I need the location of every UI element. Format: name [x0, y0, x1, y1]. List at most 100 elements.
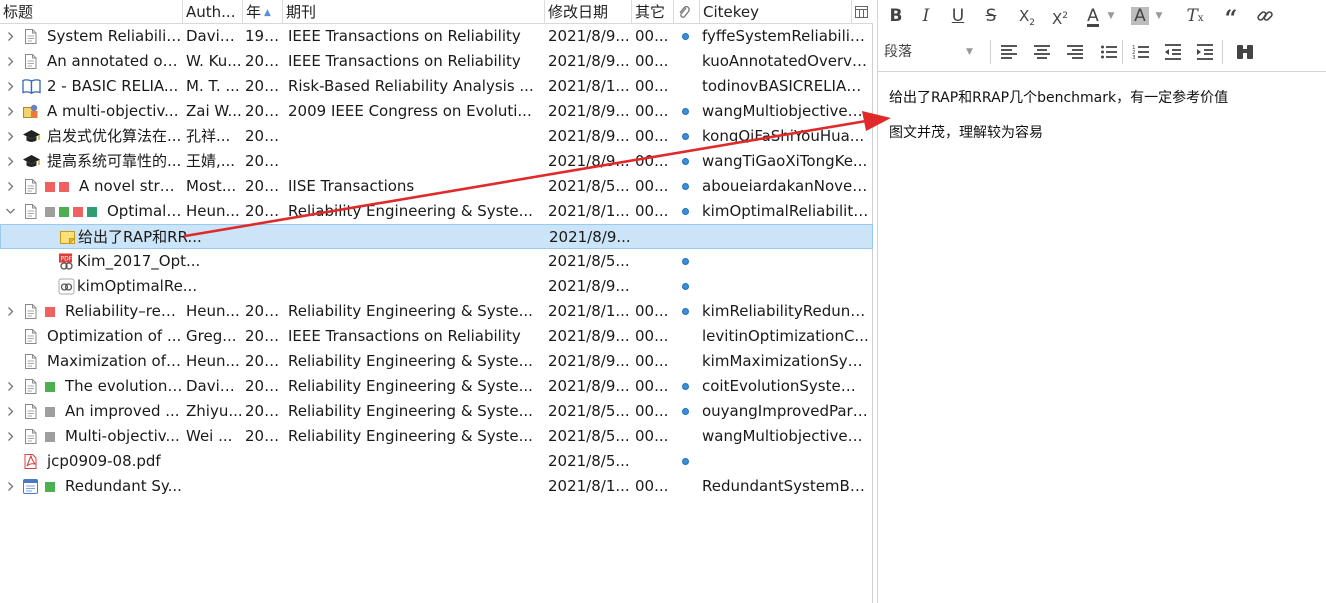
item-row[interactable]: jcp0909-08.pdf 2021/8/5... — [0, 449, 873, 474]
expand-toggle-icon[interactable] — [3, 99, 17, 124]
item-row[interactable]: Reliability–red... Heun... 2017 Reliability… — [0, 299, 873, 324]
item-date-modified: 2021/8/9... — [548, 52, 630, 70]
item-journal — [288, 474, 545, 499]
item-year: 2015 — [245, 127, 283, 145]
expand-toggle-icon[interactable] — [3, 174, 17, 199]
superscript-button[interactable]: X2 — [1048, 4, 1072, 28]
paragraph-format-select[interactable]: 段落 ▼ — [884, 40, 982, 64]
paperclip-icon — [679, 5, 690, 18]
bullet-list-button[interactable] — [1098, 40, 1120, 64]
column-header-year[interactable]: 年 ▲ — [243, 0, 283, 24]
chevron-down-icon: ▼ — [966, 47, 973, 57]
item-author: David... — [186, 377, 243, 395]
item-row[interactable]: System Reliabilit... David... 1968 IEEE Tra… — [0, 24, 873, 49]
color-tag — [45, 382, 55, 392]
align-right-button[interactable] — [1064, 40, 1086, 64]
expand-toggle-icon[interactable] — [3, 424, 17, 449]
item-row[interactable]: 提高系统可靠性的... 王婧,... 2016 2021/8/9... 00... wan… — [0, 149, 873, 174]
item-row[interactable]: Multi-objectiv... Wei ... 2020 Reliability … — [0, 424, 873, 449]
expand-toggle-icon[interactable] — [3, 24, 17, 49]
item-row[interactable]: Maximization of ... Heun... 2018 Reliabilit… — [0, 349, 873, 374]
item-author: W. Ku... — [186, 52, 242, 70]
underline-button[interactable]: U — [948, 4, 968, 28]
item-author: Zai W... — [186, 102, 242, 120]
note-paragraph: 图文并茂，理解较为容易 — [889, 125, 1043, 141]
blockquote-button[interactable]: “ — [1220, 4, 1242, 32]
column-picker-button[interactable] — [852, 0, 873, 24]
item-citekey: kimMaximizationSyst... — [702, 352, 870, 370]
highlight-dropdown-icon[interactable]: ▼ — [1154, 4, 1164, 28]
item-other: 00... — [635, 177, 669, 195]
item-title: Reliability–red... — [65, 302, 183, 320]
expand-toggle-icon[interactable] — [3, 399, 17, 424]
item-date-modified: 2021/8/1... — [548, 202, 630, 220]
thesis-icon — [22, 153, 40, 170]
attachment-row[interactable]: kimOptimalRe... 2021/8/9... — [0, 274, 873, 299]
item-row[interactable]: Redundant Sy... 2021/8/1... 00... Redundant… — [0, 474, 873, 499]
item-row[interactable]: A novel stra... Most... 2016 IISE Transacti… — [0, 174, 873, 199]
item-date-modified: 2021/8/1... — [548, 77, 630, 95]
clear-formatting-button[interactable]: Tx — [1184, 4, 1206, 28]
item-date-modified: 2021/8/9... — [548, 352, 630, 370]
align-center-button[interactable] — [1031, 40, 1053, 64]
column-header-attachments[interactable] — [674, 0, 700, 24]
expand-toggle-icon[interactable] — [3, 149, 17, 174]
item-row[interactable]: Optimal ... Heun... 2017 Reliability Engine… — [0, 199, 873, 224]
text-color-button[interactable]: A — [1082, 4, 1104, 28]
attachment-status-dot — [682, 408, 689, 415]
expand-toggle-icon[interactable] — [3, 49, 17, 74]
expand-toggle-icon[interactable] — [3, 124, 17, 149]
item-citekey: kuoAnnotatedOvervi... — [702, 52, 870, 70]
svg-text:3: 3 — [1132, 55, 1136, 61]
item-year: 2020 — [245, 427, 283, 445]
item-year: 2016 — [245, 177, 283, 195]
bold-button[interactable]: B — [886, 4, 906, 28]
item-row[interactable]: A multi-objectiv... Zai W... 2009 2009 IEEE… — [0, 99, 873, 124]
expand-toggle-icon[interactable] — [3, 374, 17, 399]
subscript-button[interactable]: X2 — [1015, 4, 1039, 28]
item-row[interactable]: The evolution ... David... 2019 Reliability… — [0, 374, 873, 399]
highlight-color-button[interactable]: A — [1129, 4, 1151, 28]
column-header-journal[interactable]: 期刊 — [283, 0, 545, 24]
collapse-toggle-icon[interactable] — [3, 199, 17, 224]
item-row[interactable]: 2 - BASIC RELIA... M. T. ... 2007 Risk-Base… — [0, 74, 873, 99]
item-row[interactable]: 启发式优化算法在... 孔祥... 2015 2021/8/9... 00... kong… — [0, 124, 873, 149]
note-body[interactable]: 给出了RAP和RRAP几个benchmark，有一定参考价值 图文并茂，理解较为… — [889, 86, 1319, 156]
item-other: 00... — [635, 77, 669, 95]
strikethrough-button[interactable]: S — [981, 4, 1001, 28]
expand-toggle-icon[interactable] — [3, 474, 17, 499]
attachment-status-dot — [682, 208, 689, 215]
item-journal: Reliability Engineering & Syste... — [288, 402, 533, 420]
item-other — [635, 274, 674, 299]
item-row[interactable]: Optimization of ... Greg... 2017 IEEE Trans… — [0, 324, 873, 349]
attachment-row[interactable]: PDF Kim_2017_Opt... 2021/8/5... — [0, 249, 873, 274]
item-year: 2019 — [245, 402, 283, 420]
item-author: David... — [186, 27, 243, 45]
column-header-modified[interactable]: 修改日期 — [545, 0, 632, 24]
indent-button[interactable] — [1194, 40, 1216, 64]
outdent-button[interactable] — [1162, 40, 1184, 64]
color-tag — [73, 207, 83, 217]
attachment-row[interactable]: 给出了RAP和RR... 2021/8/9... — [0, 224, 873, 249]
item-row[interactable]: An improved ... Zhiyu... 2019 Reliability E… — [0, 399, 873, 424]
text-color-dropdown-icon[interactable]: ▼ — [1106, 4, 1116, 28]
link-button[interactable] — [1254, 4, 1276, 28]
expand-toggle-icon[interactable] — [3, 74, 17, 99]
column-header-author-label: Auth... — [186, 3, 236, 21]
item-row[interactable]: An annotated ov... W. Ku... 2000 IEEE Trans… — [0, 49, 873, 74]
numbered-list-button[interactable]: 123 — [1130, 40, 1152, 64]
item-title: Multi-objectiv... — [65, 427, 180, 445]
column-header-other[interactable]: 其它 — [632, 0, 674, 24]
italic-button[interactable]: I — [916, 4, 936, 28]
expand-toggle-icon[interactable] — [3, 299, 17, 324]
item-other: 00... — [635, 377, 669, 395]
color-tags — [45, 374, 59, 399]
align-left-button[interactable] — [998, 40, 1020, 64]
column-header-author[interactable]: Auth... — [183, 0, 243, 24]
column-header-citekey[interactable]: Citekey — [700, 0, 852, 24]
item-journal — [288, 124, 545, 149]
item-citekey: coitEvolutionSystemR... — [702, 377, 870, 395]
column-header-title[interactable]: 标题 — [0, 0, 183, 24]
find-replace-button[interactable] — [1234, 40, 1256, 64]
item-date-modified: 2021/8/9... — [548, 377, 630, 395]
